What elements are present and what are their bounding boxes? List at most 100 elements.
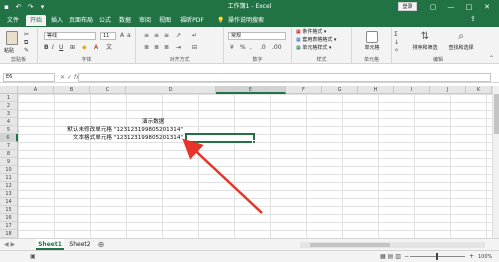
align-right-icon[interactable]: ≣ xyxy=(164,44,169,51)
formula-input[interactable] xyxy=(78,73,491,82)
currency-icon[interactable]: ¥ xyxy=(230,44,234,51)
sort-filter-button[interactable]: ⇅ 排序和筛选 xyxy=(408,31,442,51)
column-header-f[interactable]: F xyxy=(286,86,322,94)
row-header-6[interactable]: 6 xyxy=(0,134,18,142)
enter-icon[interactable]: ✓ xyxy=(67,74,72,81)
align-left-icon[interactable]: ≣ xyxy=(144,44,149,51)
cell-d4[interactable]: 演示数据 xyxy=(142,118,164,126)
find-select-button[interactable]: ⌕ 查找和选择 xyxy=(444,31,478,51)
align-center-icon[interactable]: ≣ xyxy=(154,44,159,51)
phonetic-icon[interactable]: 文 xyxy=(106,44,112,51)
close-icon[interactable]: ✕ xyxy=(478,0,496,14)
fill-handle[interactable] xyxy=(252,140,256,144)
row-header-11[interactable]: 11 xyxy=(0,174,18,182)
italic-icon[interactable]: I xyxy=(52,44,54,51)
page-layout-view-icon[interactable]: ▤ xyxy=(388,253,394,260)
row-header-12[interactable]: 12 xyxy=(0,182,18,190)
column-header-e[interactable]: E xyxy=(216,86,286,94)
row-header-7[interactable]: 7 xyxy=(0,142,18,150)
zoom-out-icon[interactable]: − xyxy=(404,252,409,262)
column-header-b[interactable]: B xyxy=(54,86,90,94)
format-as-table-button[interactable]: ▦ 套用表格格式 ▾ xyxy=(296,37,336,44)
tab-page-layout[interactable]: 页面布局 xyxy=(68,15,94,26)
page-break-view-icon[interactable]: ▥ xyxy=(395,253,401,260)
cut-icon[interactable]: ✂ xyxy=(24,31,29,38)
prev-sheet-icon[interactable]: ◀ xyxy=(4,241,9,248)
worksheet-grid[interactable]: ABCDEFGHIJK 1 2 3 4 5 6 7 8 9 10 11 12 13 14 15 16 17 18 xyxy=(0,86,499,238)
column-header-i[interactable]: I xyxy=(394,86,430,94)
sheet-tab-sheet2[interactable]: Sheet2 xyxy=(66,239,94,250)
login-button[interactable]: 登录 xyxy=(398,2,417,11)
cell-area[interactable] xyxy=(18,94,492,238)
format-painter-icon[interactable]: ✎ xyxy=(24,47,29,54)
paste-icon[interactable] xyxy=(6,31,18,45)
row-header-10[interactable]: 10 xyxy=(0,166,18,174)
tab-formulas[interactable]: 公式 xyxy=(98,15,112,26)
vertical-scrollbar[interactable] xyxy=(492,86,499,238)
tell-me-search[interactable]: 操作说明搜索 xyxy=(228,15,264,26)
row-header-9[interactable]: 9 xyxy=(0,158,18,166)
cell-d5[interactable]: 默认未修改单元格 "123123199805201314" xyxy=(67,126,183,134)
row-header-3[interactable]: 3 xyxy=(0,110,18,118)
grow-font-icon[interactable]: A xyxy=(120,32,124,39)
tab-foxit-pdf[interactable]: 福昕PDF xyxy=(178,15,206,26)
column-header-j[interactable]: J xyxy=(430,86,466,94)
column-header-c[interactable]: C xyxy=(90,86,126,94)
column-header-h[interactable]: H xyxy=(358,86,394,94)
row-header-18[interactable]: 18 xyxy=(0,230,18,238)
font-name-combo[interactable]: 等线 xyxy=(44,32,96,40)
next-sheet-icon[interactable]: ▶ xyxy=(11,241,16,248)
percent-icon[interactable]: % xyxy=(240,44,246,51)
row-header-2[interactable]: 2 xyxy=(0,102,18,110)
row-header-16[interactable]: 16 xyxy=(0,214,18,222)
fill-icon[interactable]: ↓ xyxy=(394,39,399,46)
active-cell-e6[interactable] xyxy=(185,133,255,143)
wrap-text-icon[interactable]: ↵ xyxy=(192,32,197,39)
row-header-15[interactable]: 15 xyxy=(0,206,18,214)
clear-icon[interactable]: ✧ xyxy=(394,47,399,54)
row-header-5[interactable]: 5 xyxy=(0,126,18,134)
horizontal-scrollbar[interactable] xyxy=(300,242,485,248)
name-box[interactable]: E6 xyxy=(3,73,55,82)
column-header-d[interactable]: D xyxy=(126,86,216,94)
indent-icon[interactable]: ⇥ xyxy=(176,44,181,51)
border-icon[interactable]: ⊞ xyxy=(70,44,75,51)
row-header-4[interactable]: 4 xyxy=(0,118,18,126)
decrease-decimal-icon[interactable]: .00 xyxy=(272,44,282,51)
font-color-icon[interactable]: A xyxy=(94,44,98,51)
sheet-tab-sheet1[interactable]: Sheet1 xyxy=(36,239,64,250)
row-header-17[interactable]: 17 xyxy=(0,222,18,230)
row-header-8[interactable]: 8 xyxy=(0,150,18,158)
select-all-corner[interactable] xyxy=(0,86,18,94)
cancel-icon[interactable]: ✕ xyxy=(60,74,65,81)
minimize-icon[interactable]: — xyxy=(442,0,460,14)
zoom-level[interactable]: 100% xyxy=(478,252,492,262)
row-header-1[interactable]: 1 xyxy=(0,94,18,102)
cell-styles-button[interactable]: ▦ 单元格样式 ▾ xyxy=(296,45,331,52)
tab-view[interactable]: 视图 xyxy=(158,15,172,26)
number-format-combo[interactable]: 常规 xyxy=(228,32,286,40)
shrink-font-icon[interactable]: a xyxy=(127,32,131,39)
fill-color-icon[interactable]: ◆ xyxy=(82,44,87,51)
cells-button[interactable]: 单元格 xyxy=(360,31,384,51)
horizontal-scroll-thumb[interactable] xyxy=(310,243,390,247)
align-bottom-icon[interactable]: ≡ xyxy=(164,32,169,39)
restore-icon[interactable]: ▢ xyxy=(424,0,442,14)
comma-style-icon[interactable]: , xyxy=(250,44,252,51)
row-header-13[interactable]: 13 xyxy=(0,190,18,198)
column-header-k[interactable]: K xyxy=(466,86,492,94)
collapse-ribbon-icon[interactable]: ⌃ xyxy=(489,55,494,62)
autosum-icon[interactable]: Σ xyxy=(394,31,398,38)
add-sheet-icon[interactable]: ⊕ xyxy=(96,239,106,250)
tab-home[interactable]: 开始 xyxy=(26,15,46,26)
underline-icon[interactable]: U xyxy=(59,44,63,51)
font-size-combo[interactable]: 11 xyxy=(100,32,116,40)
orientation-icon[interactable]: ↗ xyxy=(176,32,181,39)
share-icon[interactable]: ⇪ xyxy=(470,15,476,23)
vertical-scroll-thumb[interactable] xyxy=(494,94,499,134)
column-header-a[interactable]: A xyxy=(18,86,54,94)
cell-d6[interactable]: 文本格式单元格 "123123199805201314" xyxy=(73,134,183,142)
tab-insert[interactable]: 插入 xyxy=(50,15,64,26)
increase-decimal-icon[interactable]: .0 xyxy=(260,44,266,51)
row-header-14[interactable]: 14 xyxy=(0,198,18,206)
